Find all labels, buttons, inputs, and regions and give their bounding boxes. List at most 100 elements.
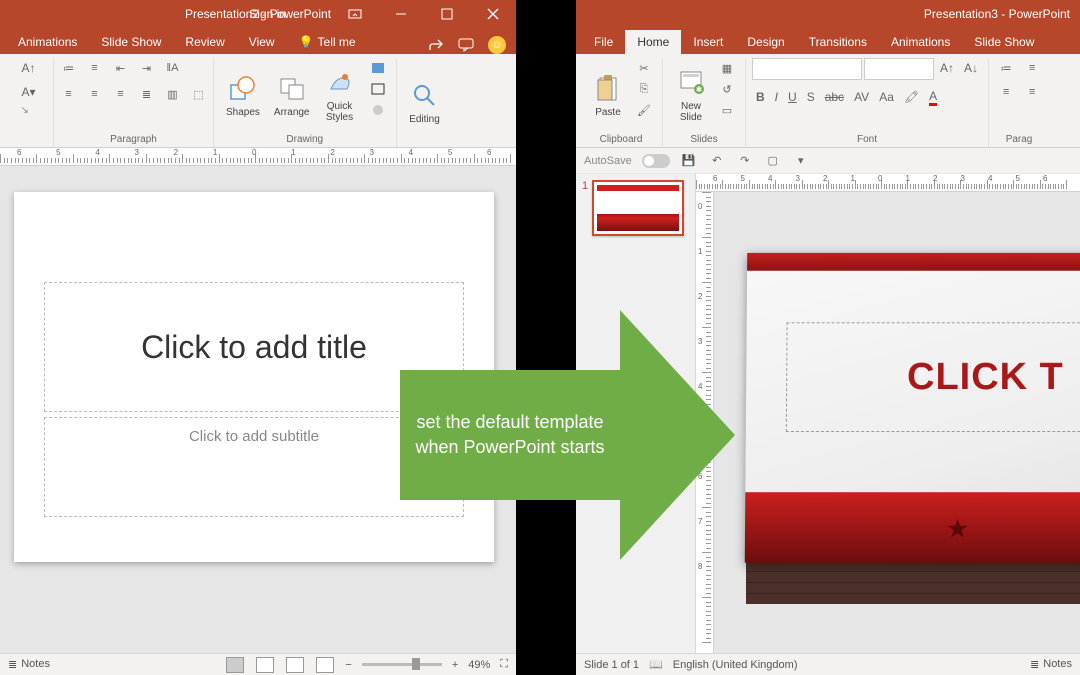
section-icon[interactable]: ▭ — [715, 100, 739, 120]
tab-slideshow[interactable]: Slide Show — [962, 30, 1046, 54]
align-icon[interactable]: ≡ — [994, 82, 1018, 102]
star-icon: ★ — [946, 513, 969, 544]
layout-icon[interactable]: ▦ — [715, 58, 739, 78]
newslide-icon: ✱ — [675, 67, 707, 99]
sorter-view-icon[interactable] — [256, 657, 274, 673]
shape-fill-icon[interactable] — [366, 58, 390, 78]
minimize-icon[interactable] — [378, 0, 424, 28]
tab-design[interactable]: Design — [735, 30, 796, 54]
slide-count[interactable]: Slide 1 of 1 — [584, 659, 639, 671]
strike-icon[interactable]: abc — [821, 87, 848, 107]
slideshow-view-icon[interactable] — [316, 657, 334, 673]
highlight-icon[interactable]: 🖍 — [900, 87, 923, 107]
number-icon[interactable]: ≡ — [1020, 58, 1044, 78]
title-placeholder[interactable]: CLICK T — [786, 322, 1080, 432]
qat-dropdown-icon[interactable]: ▾ — [792, 152, 810, 170]
autosave-toggle[interactable] — [642, 154, 670, 168]
comments-icon[interactable] — [458, 37, 474, 53]
copy-icon[interactable]: ⎘ — [632, 79, 656, 99]
zoom-slider[interactable] — [362, 663, 442, 666]
font-size-select[interactable] — [864, 58, 934, 80]
shape-outline-icon[interactable] — [366, 79, 390, 99]
underline-icon[interactable]: U — [784, 87, 801, 107]
grow-font-icon[interactable]: A↑ — [936, 58, 958, 78]
zoom-out-icon[interactable]: − — [345, 659, 351, 671]
slide-thumbnail[interactable] — [592, 180, 684, 236]
spellcheck-icon[interactable]: 📖 — [649, 658, 663, 671]
tab-slideshow[interactable]: Slide Show — [89, 30, 173, 54]
bullets-icon[interactable]: ≔ — [994, 58, 1018, 78]
shapes-button[interactable]: Shapes — [220, 58, 266, 132]
tellme[interactable]: 💡 Tell me — [287, 30, 368, 54]
language[interactable]: English (United Kingdom) — [673, 659, 798, 671]
text-direction-icon[interactable]: ‖A — [161, 58, 185, 78]
indent-dec-icon[interactable]: ⇤ — [109, 58, 133, 78]
tab-view[interactable]: View — [237, 30, 287, 54]
feedback-icon[interactable]: ☺ — [488, 36, 506, 54]
notes-button[interactable]: ≣Notes — [1030, 658, 1072, 671]
bulb-icon: 💡 — [299, 35, 314, 49]
tab-home[interactable]: Home — [625, 30, 681, 54]
smartart-icon[interactable]: ⬚ — [187, 84, 211, 104]
slide[interactable]: CLICK T ★ — [745, 253, 1080, 563]
paste-button[interactable]: Paste — [586, 58, 630, 132]
font-color-icon[interactable]: A — [925, 87, 941, 107]
zoom-in-icon[interactable]: + — [452, 659, 458, 671]
tellme-label: Tell me — [318, 35, 356, 49]
find-icon — [409, 80, 441, 112]
bullets-icon[interactable]: ≔ — [57, 58, 81, 78]
undo-icon[interactable]: ↶ — [708, 152, 726, 170]
dialog-launcher-icon[interactable]: ↘ — [21, 105, 37, 121]
align2-icon[interactable]: ≡ — [1020, 82, 1044, 102]
tab-animations[interactable]: Animations — [879, 30, 962, 54]
reading-view-icon[interactable] — [286, 657, 304, 673]
signin-link[interactable]: Sign in — [249, 7, 286, 21]
italic-icon[interactable]: I — [771, 87, 782, 107]
save-icon[interactable]: 💾 — [680, 152, 698, 170]
arrow-head — [620, 310, 735, 560]
bold-icon[interactable]: B — [752, 87, 769, 107]
close-icon[interactable] — [470, 0, 516, 28]
titlebar-left: Presentation2 - PowerPoint Sign in — [0, 0, 516, 28]
align-center-icon[interactable]: ≡ — [83, 84, 107, 104]
newslide-button[interactable]: ✱ New Slide — [669, 58, 713, 132]
spacing-icon[interactable]: AV — [850, 87, 873, 107]
maximize-icon[interactable] — [424, 0, 470, 28]
cut-icon[interactable]: ✂ — [632, 58, 656, 78]
reset-icon[interactable]: ↺ — [715, 79, 739, 99]
format-painter-icon[interactable]: 🖌 — [632, 100, 656, 120]
share-icon[interactable] — [428, 37, 444, 53]
start-show-icon[interactable]: ▢ — [764, 152, 782, 170]
normal-view-icon[interactable] — [226, 657, 244, 673]
font-size-inc[interactable]: A↑ — [17, 58, 39, 78]
tab-animations[interactable]: Animations — [6, 30, 89, 54]
slide-canvas[interactable]: CLICK T ★ — [714, 192, 1080, 653]
indent-inc-icon[interactable]: ⇥ — [135, 58, 159, 78]
align-right-icon[interactable]: ≡ — [109, 84, 133, 104]
notes-button[interactable]: ≣Notes — [8, 658, 50, 671]
ruler-horizontal: 6543210123456 — [0, 148, 516, 166]
case-icon[interactable]: Aa — [875, 87, 898, 107]
thumb-number: 1 — [582, 180, 588, 236]
numbering-icon[interactable]: ≡ — [83, 58, 107, 78]
justify-icon[interactable]: ≣ — [135, 84, 159, 104]
fit-window-icon[interactable]: ⛶ — [500, 658, 508, 671]
font-family-select[interactable] — [752, 58, 862, 80]
autosave-label: AutoSave — [584, 155, 632, 167]
tab-file[interactable]: File — [582, 30, 625, 54]
arrange-button[interactable]: Arrange — [268, 58, 316, 132]
font-color[interactable]: A▾ — [17, 82, 39, 102]
editing-button[interactable]: Editing — [403, 58, 447, 147]
tab-transitions[interactable]: Transitions — [797, 30, 879, 54]
align-left-icon[interactable]: ≡ — [57, 84, 81, 104]
redo-icon[interactable]: ↷ — [736, 152, 754, 170]
shrink-font-icon[interactable]: A↓ — [960, 58, 982, 78]
tab-review[interactable]: Review — [173, 30, 236, 54]
quickstyles-button[interactable]: Quick Styles — [318, 58, 362, 132]
shadow-icon[interactable]: S — [803, 87, 819, 107]
tab-insert[interactable]: Insert — [681, 30, 735, 54]
shape-effects-icon[interactable] — [366, 100, 390, 120]
columns-icon[interactable]: ▥ — [161, 84, 185, 104]
ribbon-options-icon[interactable] — [332, 0, 378, 28]
zoom-level[interactable]: 49% — [468, 659, 490, 671]
